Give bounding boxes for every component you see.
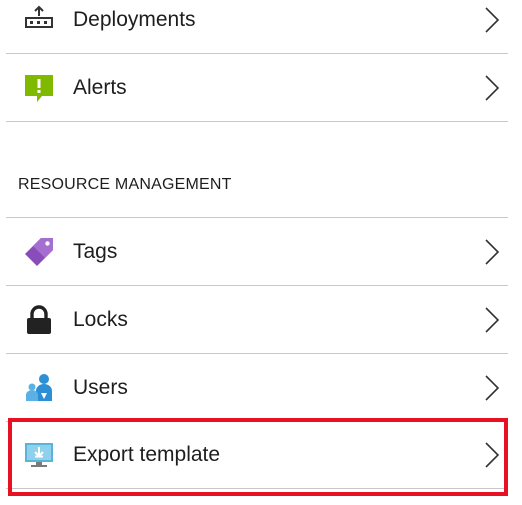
menu-item-export-template[interactable]: Export template (6, 422, 508, 489)
menu-item-label: Export template (73, 443, 221, 466)
menu-item-locks[interactable]: Locks (6, 287, 508, 354)
alert-icon (24, 73, 54, 103)
lock-icon (24, 305, 54, 335)
menu-item-label: Alerts (73, 76, 127, 99)
chevron-right-icon (484, 6, 500, 34)
deployments-icon (24, 5, 54, 35)
menu-item-tags[interactable]: Tags (6, 219, 508, 286)
tag-icon (24, 237, 54, 267)
chevron-right-icon (484, 74, 500, 102)
menu-item-label: Deployments (73, 8, 196, 31)
menu-item-users[interactable]: Users (6, 355, 508, 422)
menu-item-deployments[interactable]: Deployments (6, 0, 508, 54)
chevron-right-icon (484, 238, 500, 266)
menu-item-alerts[interactable]: Alerts (6, 55, 508, 122)
menu-item-label: Users (73, 376, 128, 399)
menu-item-label: Locks (73, 308, 128, 331)
chevron-right-icon (484, 374, 500, 402)
chevron-right-icon (484, 306, 500, 334)
export-template-icon (24, 440, 54, 470)
section-header-resource-management: RESOURCE MANAGEMENT (6, 160, 508, 218)
chevron-right-icon (484, 441, 500, 469)
users-icon (24, 373, 54, 403)
menu-item-label: Tags (73, 240, 118, 263)
section-title: RESOURCE MANAGEMENT (18, 176, 232, 193)
resource-menu-panel: Deployments Alerts RESOURCE MANAGEMENT T… (0, 0, 522, 505)
